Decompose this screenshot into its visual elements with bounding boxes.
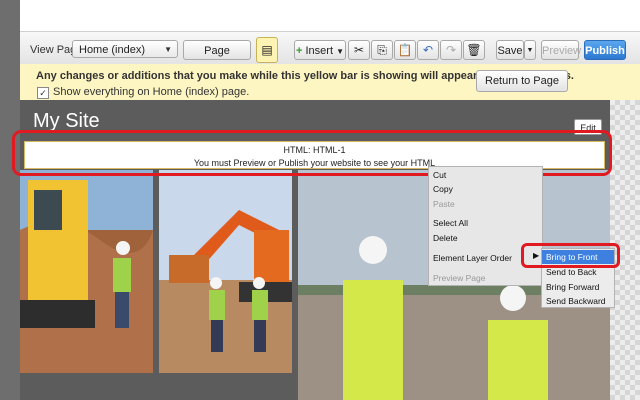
show-everything-label: Show everything on Home (index) page. [53,86,250,98]
context-menu: Cut Copy Paste Select All Delete Element… [428,166,543,286]
view-page-value: Home (index) [79,44,146,56]
copy-icon[interactable]: ⎘ [371,40,393,60]
menu-item-preview-page[interactable]: Preview Page [433,273,485,283]
construction-photo-2 [159,170,292,373]
insert-label: Insert [305,45,334,57]
menu-item-select-all[interactable]: Select All [433,218,468,228]
show-everything-checkbox[interactable]: ✓ Show everything on Home (index) page. [37,86,249,99]
submenu-item-send-backward[interactable]: Send Backward [546,296,606,306]
redo-icon[interactable]: ↷ [440,40,462,60]
save-options-chevron-icon[interactable]: ▼ [524,40,536,60]
insert-button[interactable]: + Insert ▼ [294,40,346,60]
return-to-page-button[interactable]: Return to Page [476,70,568,92]
undo-icon[interactable]: ↶ [417,40,439,60]
page-settings-button[interactable]: Page Settings ▼ [183,40,251,77]
menu-item-cut[interactable]: Cut [433,170,446,180]
trash-icon[interactable]: 🗑 [463,40,485,60]
pages-icon[interactable]: ▤ [256,37,278,63]
submenu-item-send-to-back[interactable]: Send to Back [546,267,597,277]
cut-icon[interactable]: ✂ [348,40,370,60]
save-button[interactable]: Save [496,40,524,60]
bring-to-front-highlight [521,243,620,268]
chevron-down-icon: ▼ [164,45,172,54]
construction-photo-1 [20,170,153,373]
submenu-item-bring-forward[interactable]: Bring Forward [546,282,599,292]
chevron-down-icon: ▼ [336,47,344,56]
paste-icon[interactable]: 📋 [394,40,416,60]
menu-item-delete[interactable]: Delete [433,233,458,243]
preview-button[interactable]: Preview [541,40,581,60]
view-page-select[interactable]: Home (index) ▼ [72,40,178,58]
menu-item-copy[interactable]: Copy [433,184,453,194]
publish-button[interactable]: Publish [584,40,626,60]
menu-item-element-layer-order[interactable]: Element Layer Order [433,253,512,263]
checkmark-icon: ✓ [37,87,49,99]
plus-icon: + [296,45,303,57]
menu-item-paste[interactable]: Paste [433,199,455,209]
